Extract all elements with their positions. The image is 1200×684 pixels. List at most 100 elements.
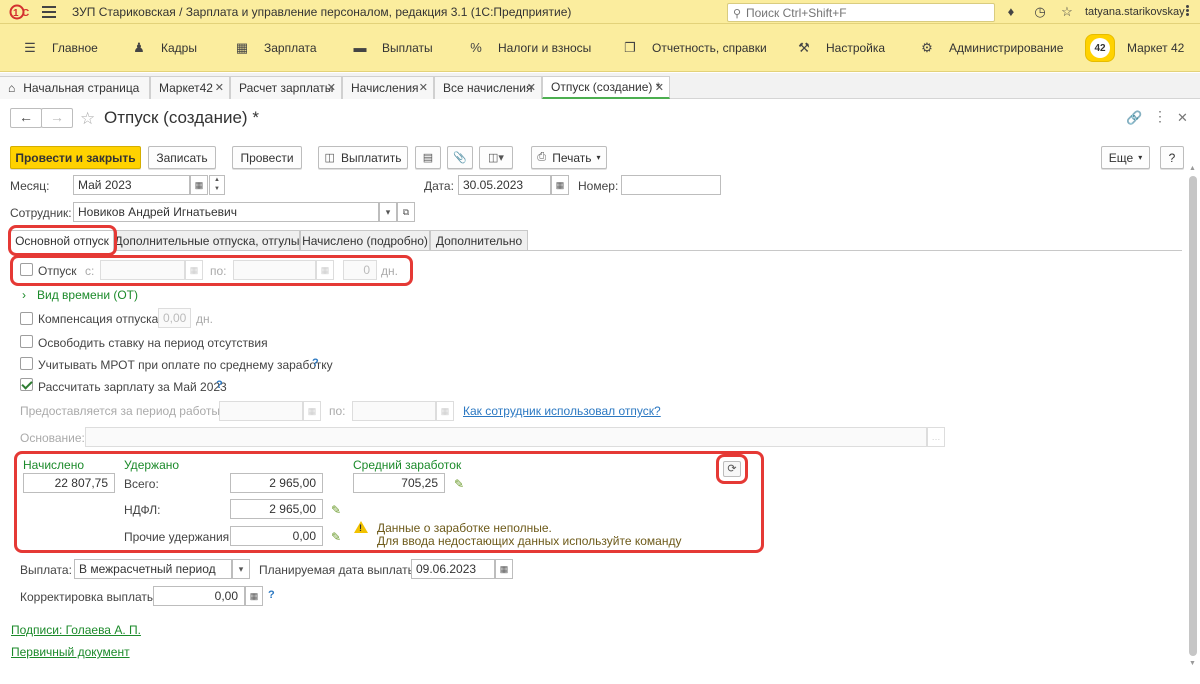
time-type-chevron-icon[interactable]: › <box>22 288 26 302</box>
save-button[interactable]: Записать <box>148 146 216 169</box>
period-from-input[interactable] <box>219 401 303 421</box>
vertical-scrollbar[interactable] <box>1189 176 1197 656</box>
help-question-icon[interactable]: ? <box>216 379 223 391</box>
signatures-link[interactable]: Подписи: Голаева А. П. <box>11 623 141 637</box>
post-button[interactable]: Провести <box>232 146 302 169</box>
close-icon[interactable]: ✕ <box>215 81 224 94</box>
more-vertical-icon[interactable]: ⋮ <box>1153 108 1167 125</box>
tab-additional[interactable]: Дополнительно <box>430 230 528 251</box>
tab-additional-vacations[interactable]: Дополнительные отпуска, отгулы <box>114 230 300 251</box>
tab-payroll[interactable]: Расчет зарплаты ✕ <box>230 76 342 99</box>
compensation-days-input[interactable]: 0,00 <box>158 308 191 328</box>
tab-label: Отпуск (создание) * <box>551 80 661 94</box>
help-question-icon[interactable]: ? <box>312 357 319 369</box>
calculator-icon[interactable]: ▦ <box>245 586 263 606</box>
more-vertical-icon[interactable] <box>1180 4 1194 18</box>
avg-earnings-value: 705,25 <box>353 473 445 493</box>
help-button[interactable]: ? <box>1160 146 1184 169</box>
basis-input[interactable] <box>85 427 927 447</box>
history-icon[interactable]: ◷ <box>1032 4 1048 20</box>
post-and-close-button[interactable]: Провести и закрыть <box>10 146 141 169</box>
search-input[interactable] <box>746 5 986 20</box>
report-button[interactable]: ▤ <box>415 146 441 169</box>
vacation-from-input[interactable] <box>100 260 185 280</box>
primary-document-link[interactable]: Первичный документ <box>11 645 130 659</box>
link-icon[interactable]: 🔗 <box>1126 110 1142 126</box>
tab-home[interactable]: ⌂ Начальная страница <box>0 76 150 99</box>
back-button[interactable]: ← <box>10 108 42 128</box>
tab-accruals[interactable]: Начисления ✕ <box>342 76 434 99</box>
adjust-input[interactable]: 0,00 <box>153 586 245 606</box>
calendar-icon[interactable]: ▦ <box>495 559 513 579</box>
tab-label: Все начисления <box>443 81 533 95</box>
vacation-checkbox[interactable] <box>20 263 33 276</box>
select-icon[interactable]: … <box>927 427 945 447</box>
section-settings[interactable]: ⚒ Настройка <box>796 24 885 72</box>
tab-vacation-create[interactable]: Отпуск (создание) * ✕ <box>542 76 670 99</box>
calendar-icon[interactable]: ▦ <box>316 260 334 280</box>
forward-button[interactable]: → <box>41 108 73 128</box>
refresh-icon[interactable]: ⟳ <box>723 461 741 477</box>
section-admin[interactable]: ⚙ Администрирование <box>919 24 1063 72</box>
tab-market42[interactable]: Маркет42 ✕ <box>150 76 230 99</box>
global-search[interactable]: ⚲ <box>727 3 995 22</box>
edit-pencil-icon[interactable]: ✎ <box>331 530 341 544</box>
close-icon[interactable]: ✕ <box>327 81 336 94</box>
main-menu-icon[interactable] <box>42 6 56 18</box>
month-input[interactable]: Май 2023 <box>73 175 190 195</box>
close-icon[interactable]: ✕ <box>419 81 428 94</box>
more-button[interactable]: Еще ▾ <box>1101 146 1150 169</box>
section-hr[interactable]: ♟ Кадры <box>131 24 197 72</box>
section-taxes[interactable]: % Налоги и взносы <box>468 24 591 72</box>
time-type-link[interactable]: Вид времени (ОТ) <box>37 288 138 302</box>
tab-accrued-detailed[interactable]: Начислено (подробно) <box>300 230 430 251</box>
scroll-down-icon[interactable]: ▼ <box>1189 660 1196 667</box>
tab-all-accruals[interactable]: Все начисления ✕ <box>434 76 542 99</box>
free-rate-checkbox[interactable] <box>20 335 33 348</box>
number-input[interactable] <box>621 175 721 195</box>
user-name[interactable]: tatyana.starikovskay <box>1085 6 1185 18</box>
favorite-star-icon[interactable]: ☆ <box>80 109 95 129</box>
help-question-icon[interactable]: ? <box>268 589 275 601</box>
month-label: Месяц: <box>10 179 50 193</box>
period-to-input[interactable] <box>352 401 436 421</box>
section-market42[interactable]: 42 Маркет 42 <box>1085 24 1184 72</box>
open-employee-icon[interactable]: ⧉ <box>397 202 415 222</box>
star-icon[interactable]: ☆ <box>1059 4 1075 20</box>
bell-icon[interactable]: ♦ <box>1003 4 1019 20</box>
close-icon[interactable]: ✕ <box>527 81 536 94</box>
plan-date-input[interactable]: 09.06.2023 <box>411 559 495 579</box>
chevron-down-icon[interactable]: ▾ <box>232 559 250 579</box>
accrued-header: Начислено <box>23 458 85 472</box>
calendar-icon[interactable]: ▦ <box>436 401 454 421</box>
compensation-checkbox[interactable] <box>20 312 33 325</box>
payout-select[interactable]: В межрасчетный период <box>74 559 232 579</box>
section-salary[interactable]: ▦ Зарплата <box>234 24 317 72</box>
tab-main-vacation[interactable]: Основной отпуск <box>10 230 114 251</box>
month-stepper[interactable]: ▲ ▼ <box>209 175 225 195</box>
vacation-usage-link[interactable]: Как сотрудник использовал отпуск? <box>463 404 661 418</box>
calendar-icon[interactable]: ▦ <box>190 175 208 195</box>
print-button[interactable]: ⎙ Печать ▾ <box>531 146 607 169</box>
date-input[interactable]: 30.05.2023 <box>458 175 551 195</box>
edit-pencil-icon[interactable]: ✎ <box>454 477 464 491</box>
mrot-checkbox[interactable] <box>20 357 33 370</box>
section-main[interactable]: ☰ Главное <box>22 24 98 72</box>
create-based-button[interactable]: ◫▾ <box>479 146 513 169</box>
vacation-to-input[interactable] <box>233 260 316 280</box>
edit-pencil-icon[interactable]: ✎ <box>331 503 341 517</box>
attach-button[interactable]: 📎 <box>447 146 473 169</box>
close-icon[interactable]: ✕ <box>655 81 664 94</box>
calc-salary-checkbox[interactable] <box>20 378 33 391</box>
dropdown-icon[interactable]: ▾ <box>379 202 397 222</box>
calendar-icon[interactable]: ▦ <box>185 260 203 280</box>
close-form-icon[interactable]: ✕ <box>1177 110 1188 126</box>
calendar-icon[interactable]: ▦ <box>551 175 569 195</box>
calendar-icon[interactable]: ▦ <box>303 401 321 421</box>
pay-button[interactable]: ◫ Выплатить <box>318 146 408 169</box>
section-reports[interactable]: ❐ Отчетность, справки <box>622 24 767 72</box>
employee-input[interactable]: Новиков Андрей Игнатьевич <box>73 202 379 222</box>
scroll-up-icon[interactable]: ▲ <box>1189 165 1196 172</box>
vacation-days-input[interactable]: 0 <box>343 260 377 280</box>
section-payments[interactable]: ▬ Выплаты <box>352 24 433 72</box>
